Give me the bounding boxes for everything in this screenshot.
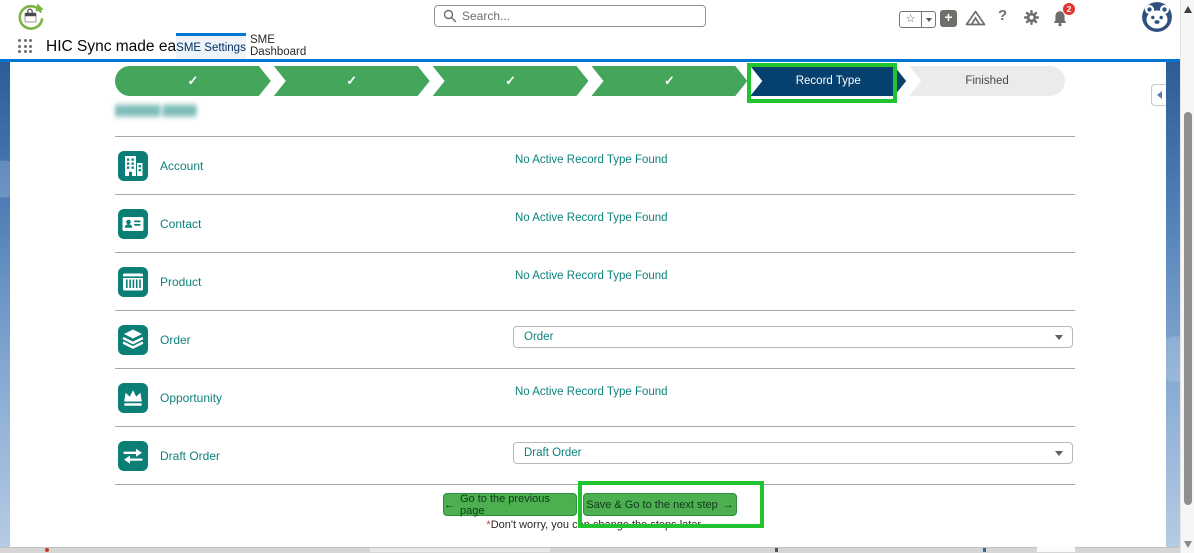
search-icon — [443, 9, 457, 23]
contact-icon — [118, 209, 148, 239]
taskbar-segment — [1037, 547, 1075, 552]
status-text: No Active Record Type Found — [515, 270, 668, 282]
chevron-down-icon — [1055, 334, 1063, 340]
tab-sme-dashboard[interactable]: SME Dashboard — [250, 33, 326, 59]
app-logo-icon — [18, 3, 44, 30]
check-icon: ✓ — [663, 73, 675, 88]
status-text: No Active Record Type Found — [515, 386, 668, 398]
global-actions-button[interactable]: + — [940, 10, 957, 27]
record-row-contact: Contact No Active Record Type Found — [115, 194, 1075, 252]
object-label: Order — [160, 333, 191, 347]
step-finished[interactable]: Finished — [909, 66, 1065, 96]
record-row-opportunity: Opportunity No Active Record Type Found — [115, 368, 1075, 426]
taskbar-sliver — [0, 547, 1180, 553]
footnote: *Don't worry, you can change the steps l… — [115, 519, 1075, 531]
gear-icon[interactable] — [1023, 9, 1040, 26]
scrollbar-thumb[interactable] — [1184, 112, 1192, 505]
record-row-account: Account No Active Record Type Found — [115, 136, 1075, 194]
record-row-order: Order Order — [115, 310, 1075, 368]
favorites-dropdown-button[interactable] — [922, 17, 935, 22]
draft-order-icon — [118, 441, 148, 471]
select-value: Order — [524, 331, 554, 343]
star-icon: ☆ — [905, 13, 916, 25]
redacted-section-heading: ████████ ██████ — [115, 105, 197, 116]
tab-sme-settings[interactable]: SME Settings — [176, 33, 246, 59]
vertical-scrollbar[interactable] — [1180, 0, 1194, 553]
global-search[interactable] — [434, 5, 706, 27]
step-1-complete[interactable]: ✓ — [115, 66, 271, 96]
save-next-step-button[interactable]: Save & Go to the next step → — [583, 493, 737, 516]
select-value: Draft Order — [524, 447, 582, 459]
step-4-complete[interactable]: ✓ — [591, 66, 747, 96]
record-row-product: Product No Active Record Type Found — [115, 252, 1075, 310]
record-row-draft-order: Draft Order Draft Order — [115, 426, 1075, 484]
check-icon: ✓ — [505, 73, 517, 88]
right-arrow-icon: → — [722, 498, 734, 511]
previous-page-label: Go to the previous page — [460, 492, 550, 517]
taskbar-segment — [370, 548, 550, 552]
object-label: Draft Order — [160, 449, 221, 463]
previous-page-button[interactable]: ← Go to the previous page — [443, 492, 577, 517]
status-text: No Active Record Type Found — [515, 212, 668, 224]
object-label: Account — [160, 159, 204, 173]
search-input[interactable] — [462, 9, 705, 23]
order-record-type-select[interactable]: Order — [513, 326, 1073, 348]
draft-order-record-type-select[interactable]: Draft Order — [513, 442, 1073, 464]
global-header: ☆ + ? 2 — [0, 0, 1180, 59]
record-type-settings-card: ✓ ✓ ✓ ✓ Record Type Finished ████████ ██… — [10, 62, 1166, 547]
status-text: No Active Record Type Found — [515, 154, 668, 166]
scroll-up-arrow[interactable] — [1184, 6, 1192, 13]
step-2-complete[interactable]: ✓ — [274, 66, 430, 96]
check-icon: ✓ — [346, 73, 358, 88]
step-3-complete[interactable]: ✓ — [433, 66, 589, 96]
favorites-button[interactable]: ☆ — [899, 11, 936, 28]
opportunity-icon — [118, 383, 148, 413]
chevron-down-icon — [1055, 450, 1063, 456]
left-arrow-icon: ← — [444, 498, 455, 511]
taskbar-dot — [983, 548, 986, 552]
user-avatar[interactable] — [1142, 2, 1172, 32]
setup-progress-stepper: ✓ ✓ ✓ ✓ Record Type Finished — [115, 66, 1065, 96]
check-icon: ✓ — [187, 73, 199, 88]
step-record-type[interactable]: Record Type — [750, 66, 906, 96]
trailhead-icon[interactable] — [965, 9, 986, 27]
side-panel-toggle-button[interactable] — [1151, 84, 1166, 106]
object-label: Contact — [160, 217, 202, 231]
order-icon — [118, 325, 148, 355]
product-icon — [118, 267, 148, 297]
footer-divider — [115, 484, 1075, 485]
salesforce-app-window: ☆ + ? 2 — [0, 0, 1194, 553]
app-launcher-icon[interactable] — [18, 39, 34, 55]
account-icon — [118, 151, 148, 181]
taskbar-dot — [775, 548, 778, 552]
notification-count-badge: 2 — [1062, 2, 1076, 16]
object-label: Opportunity — [160, 391, 223, 405]
save-next-label: Save & Go to the next step — [586, 498, 718, 511]
chevron-left-icon — [1156, 91, 1162, 99]
help-icon[interactable]: ? — [998, 7, 1007, 24]
footnote-text: Don't worry, you can change the steps la… — [490, 519, 704, 531]
scroll-down-arrow[interactable] — [1184, 541, 1192, 548]
object-label: Product — [160, 275, 202, 289]
app-name: HIC Sync made easy — [46, 38, 192, 55]
taskbar-dot — [45, 548, 49, 552]
